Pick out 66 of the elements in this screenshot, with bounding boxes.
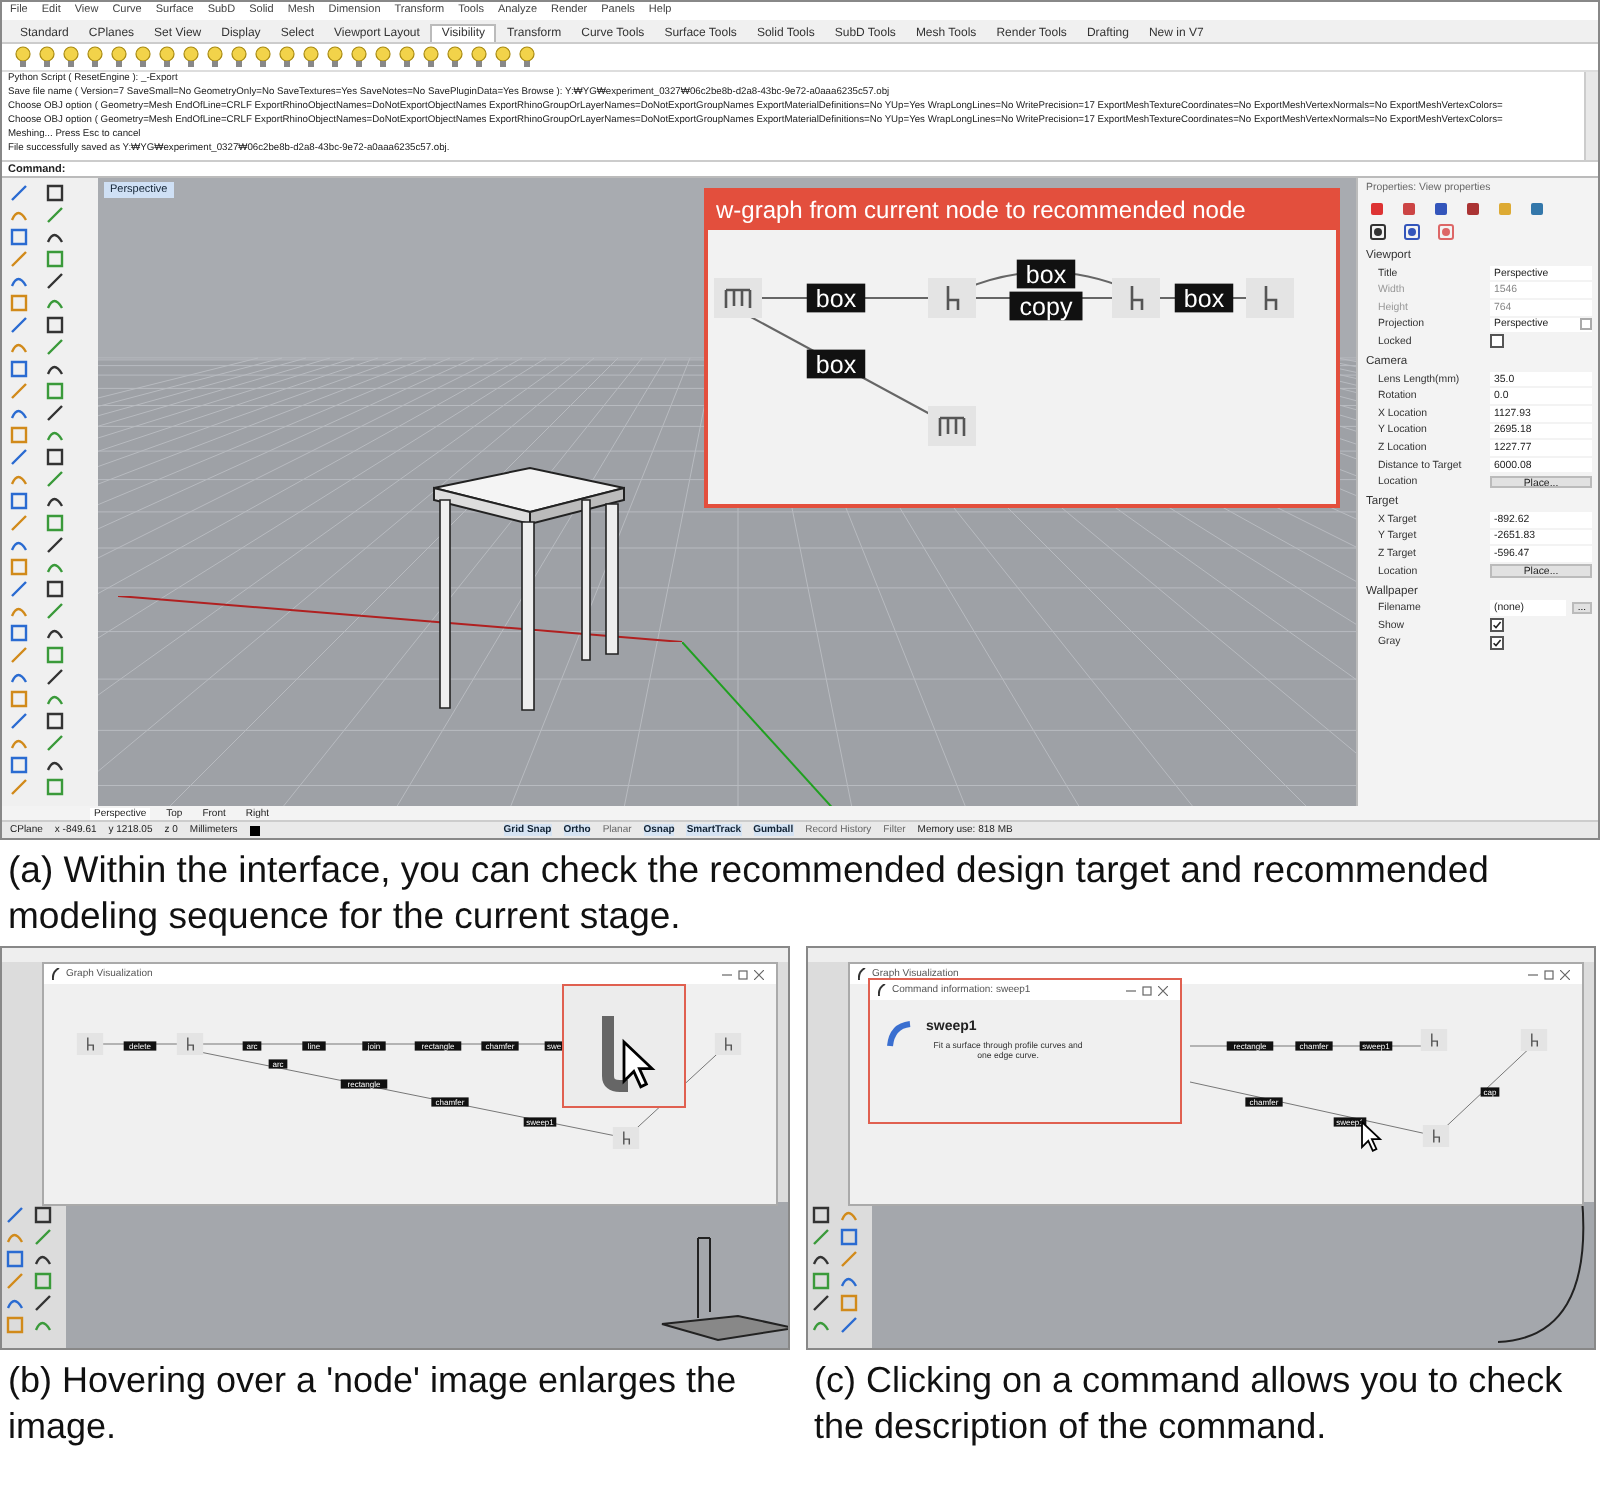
chair-thumbnail[interactable] (714, 1033, 742, 1055)
edge-label[interactable]: copy (1009, 292, 1083, 322)
chair-thumbnail[interactable] (176, 1033, 204, 1055)
lightbulb-icon[interactable] (230, 45, 248, 68)
checkbox[interactable] (1490, 334, 1504, 349)
minimize-icon[interactable] (1528, 969, 1538, 979)
cursor-icon (1361, 1119, 1383, 1153)
cursor-icon (622, 1038, 656, 1089)
maximize-icon[interactable] (738, 969, 748, 979)
table-thumbnail[interactable] (714, 278, 762, 319)
close-icon[interactable] (1158, 985, 1168, 995)
close-icon[interactable] (754, 969, 764, 979)
edge-label[interactable]: box (806, 284, 866, 314)
card-title: w-graph from current node to recommended node (714, 194, 1248, 229)
lightbulb-icon[interactable] (470, 45, 488, 68)
layer-swatch[interactable] (249, 825, 260, 836)
sweep-icon (886, 1020, 914, 1048)
lightbulb-icon[interactable] (278, 45, 296, 68)
maximize-icon[interactable] (1142, 985, 1152, 995)
lightbulb-icon[interactable] (302, 45, 320, 68)
scrollbar[interactable] (1584, 72, 1598, 161)
panel-tab-icon[interactable] (1466, 202, 1480, 217)
lightbulb-icon[interactable] (86, 45, 104, 68)
chair-thumbnail[interactable] (1246, 278, 1294, 319)
chair-thumbnail[interactable] (1520, 1029, 1548, 1051)
table-thumbnail[interactable] (928, 406, 976, 447)
lightbulb-icon[interactable] (62, 45, 80, 68)
lightbulb-icon[interactable] (374, 45, 392, 68)
chair-thumbnail[interactable] (76, 1033, 104, 1055)
checkbox[interactable] (1490, 635, 1504, 650)
panel-tab-icon[interactable] (1434, 202, 1448, 217)
lightbulb-icon[interactable] (446, 45, 464, 68)
checkbox[interactable] (1490, 618, 1504, 633)
minimize-icon[interactable] (1126, 985, 1136, 995)
lightbulb-icon[interactable] (206, 45, 224, 68)
lightbulb-icon[interactable] (110, 45, 128, 68)
close-icon[interactable] (1560, 969, 1570, 979)
magnified-node-image[interactable] (562, 984, 686, 1108)
edge-label[interactable]: box (806, 350, 866, 380)
minimize-icon[interactable] (722, 969, 732, 979)
edge-label[interactable]: box (1174, 284, 1234, 314)
chair-thumbnail[interactable] (928, 278, 976, 319)
chair-thumbnail[interactable] (612, 1127, 640, 1149)
lightbulb-icon[interactable] (350, 45, 368, 68)
lightbulb-icon[interactable] (182, 45, 200, 68)
lightbulb-icon[interactable] (422, 45, 440, 68)
lightbulb-icon[interactable] (38, 45, 56, 68)
figure-caption: (b) Hovering over a 'node' image enlarges the image. (6, 1358, 739, 1450)
lightbulb-icon[interactable] (326, 45, 344, 68)
lightbulb-icon[interactable] (14, 45, 32, 68)
lightbulb-icon[interactable] (134, 45, 152, 68)
panel-tab-icon[interactable] (1370, 224, 1386, 241)
lightbulb-icon[interactable] (494, 45, 512, 68)
figure-caption: (a) Within the interface, you can check the recommended design target and recommended modeling sequence for the current stage. (6, 846, 1491, 938)
chair-thumbnail[interactable] (1112, 278, 1160, 319)
edge-label[interactable]: box (1016, 260, 1076, 290)
panel-tab-icon[interactable] (1404, 224, 1420, 241)
figure-caption: (c) Clicking on a command allows you to check the description of the command. (812, 1358, 1565, 1450)
feather-icon (52, 968, 60, 980)
lightbulb-icon[interactable] (398, 45, 416, 68)
lightbulb-icon[interactable] (254, 45, 272, 68)
lightbulb-icon[interactable] (158, 45, 176, 68)
lightbulb-icon[interactable] (518, 45, 536, 68)
chair-thumbnail[interactable] (1422, 1125, 1450, 1147)
maximize-icon[interactable] (1544, 969, 1554, 979)
chair-thumbnail[interactable] (1420, 1029, 1448, 1051)
